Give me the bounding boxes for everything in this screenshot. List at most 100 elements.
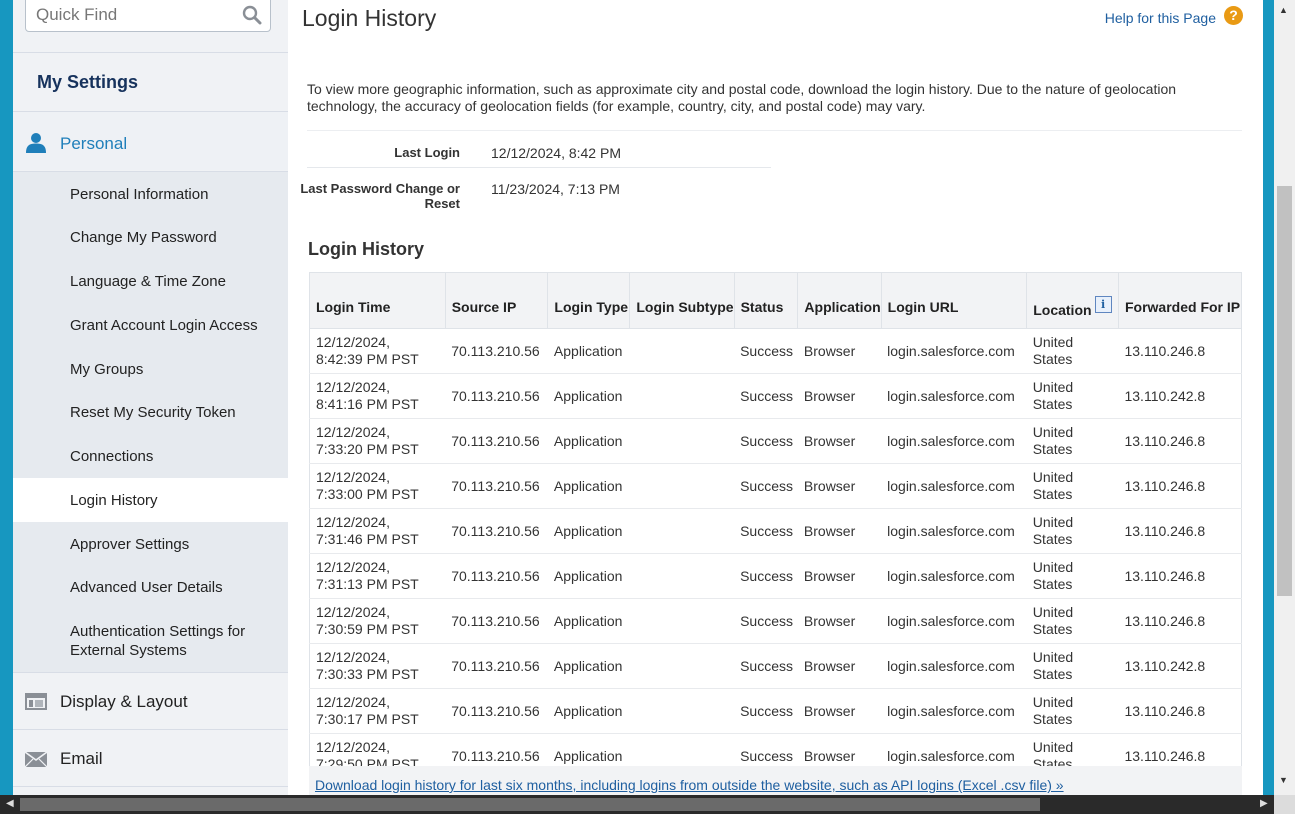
search-icon[interactable]: [242, 5, 262, 25]
cell-source-ip: 70.113.210.56: [445, 463, 548, 509]
divider: [307, 130, 1242, 131]
column-header-location[interactable]: Location i: [1026, 272, 1119, 329]
cell-status: Success: [734, 328, 798, 374]
vertical-scrollbar-thumb[interactable]: [1277, 186, 1292, 596]
column-header-forwarded-for-ip[interactable]: Forwarded For IP: [1117, 272, 1243, 329]
cell-application: Browser: [797, 688, 882, 734]
sidebar-item-advanced-user-details[interactable]: Advanced User Details: [13, 565, 288, 609]
sidebar-item-change-password[interactable]: Change My Password: [13, 215, 288, 259]
cell-location: United States: [1026, 373, 1119, 419]
sidebar-item-personal-information[interactable]: Personal Information: [13, 172, 288, 216]
vertical-scrollbar[interactable]: ▲ ▼: [1274, 0, 1295, 795]
cell-application: Browser: [797, 553, 882, 599]
sidebar-section-display-layout[interactable]: Display & Layout: [13, 673, 288, 729]
sidebar-item-grant-account-login-access[interactable]: Grant Account Login Access: [13, 303, 288, 347]
cell-login-type: Application: [547, 463, 630, 509]
horizontal-scrollbar-thumb[interactable]: [20, 798, 1040, 811]
scroll-down-arrow-icon[interactable]: ▼: [1279, 775, 1288, 785]
quick-find-input[interactable]: [36, 5, 236, 25]
person-icon: [26, 133, 46, 153]
cell-forwarded-for-ip: 13.110.242.8: [1118, 643, 1243, 689]
sidebar-item-label: My Groups: [70, 361, 144, 378]
table-row: 12/12/2024, 7:33:20 PM PST 70.113.210.56 A…: [309, 418, 1243, 464]
cell-status: Success: [734, 373, 798, 419]
cell-status: Success: [734, 463, 798, 509]
sidebar-item-login-history[interactable]: Login History: [13, 478, 288, 522]
cell-source-ip: 70.113.210.56: [445, 328, 548, 374]
cell-login-time: 12/12/2024, 7:31:46 PM PST: [309, 508, 446, 554]
column-header-source-ip[interactable]: Source IP: [444, 272, 549, 329]
download-login-history-link[interactable]: Download login history for last six mont…: [315, 777, 1064, 793]
sidebar-item-label: Language & Time Zone: [70, 273, 226, 290]
download-bar: Download login history for last six mont…: [309, 766, 1242, 795]
cell-status: Success: [734, 418, 798, 464]
table-row: 12/12/2024, 7:31:46 PM PST 70.113.210.56 A…: [309, 508, 1243, 554]
sidebar-item-my-groups[interactable]: My Groups: [13, 347, 288, 391]
cell-status: Success: [734, 688, 798, 734]
my-settings-heading: My Settings: [37, 72, 139, 92]
scroll-up-arrow-icon[interactable]: ▲: [1279, 5, 1288, 15]
sidebar-item-connections[interactable]: Connections: [13, 434, 288, 478]
cell-login-url: login.salesforce.com: [881, 553, 1027, 599]
scrollbar-corner: [1274, 795, 1295, 814]
table-row: 12/12/2024, 7:31:13 PM PST 70.113.210.56 A…: [309, 553, 1243, 599]
sidebar-item-label: Login History: [70, 492, 158, 509]
cell-source-ip: 70.113.210.56: [445, 643, 548, 689]
cell-login-subtype: [629, 553, 735, 599]
cell-login-time: 12/12/2024, 7:33:20 PM PST: [309, 418, 446, 464]
cell-forwarded-for-ip: 13.110.246.8: [1118, 328, 1243, 374]
sidebar-item-reset-security-token[interactable]: Reset My Security Token: [13, 390, 288, 434]
info-icon[interactable]: i: [1094, 296, 1112, 313]
help-icon[interactable]: ?: [1224, 6, 1243, 25]
column-header-status[interactable]: Status: [733, 272, 799, 329]
cell-login-url: login.salesforce.com: [881, 328, 1027, 374]
cell-login-url: login.salesforce.com: [881, 598, 1027, 644]
quick-find-box[interactable]: [25, 0, 271, 32]
cell-login-time: 12/12/2024, 7:30:17 PM PST: [309, 688, 446, 734]
cell-source-ip: 70.113.210.56: [445, 508, 548, 554]
cell-application: Browser: [797, 463, 882, 509]
cell-login-time: 12/12/2024, 8:42:39 PM PST: [309, 328, 446, 374]
cell-login-url: login.salesforce.com: [881, 688, 1027, 734]
cell-source-ip: 70.113.210.56: [445, 553, 548, 599]
cell-login-subtype: [629, 418, 735, 464]
sidebar-item-authentication-settings[interactable]: Authentication Settings for External Sys…: [13, 609, 288, 671]
cell-status: Success: [734, 508, 798, 554]
cell-login-subtype: [629, 463, 735, 509]
column-header-login-subtype[interactable]: Login Subtype: [629, 272, 735, 329]
cell-location: United States: [1026, 643, 1119, 689]
cell-location: United States: [1026, 508, 1119, 554]
cell-login-type: Application: [547, 598, 630, 644]
login-history-section-title: Login History: [308, 239, 424, 259]
envelope-icon: [25, 752, 47, 767]
column-header-login-type[interactable]: Login Type: [547, 272, 631, 329]
cell-application: Browser: [797, 328, 882, 374]
sidebar: My Settings Personal Personal Informatio…: [13, 0, 288, 795]
table-row: 12/12/2024, 7:30:17 PM PST 70.113.210.56 A…: [309, 688, 1243, 734]
scroll-right-arrow-icon[interactable]: ▶: [1260, 798, 1268, 809]
column-header-login-url[interactable]: Login URL: [880, 272, 1028, 329]
sidebar-item-approver-settings[interactable]: Approver Settings: [13, 522, 288, 566]
cell-login-subtype: [629, 373, 735, 419]
cell-forwarded-for-ip: 13.110.246.8: [1118, 553, 1243, 599]
cell-source-ip: 70.113.210.56: [445, 418, 548, 464]
table-row: 12/12/2024, 7:30:59 PM PST 70.113.210.56 A…: [309, 598, 1243, 644]
cell-login-type: Application: [547, 643, 630, 689]
cell-login-url: login.salesforce.com: [881, 373, 1027, 419]
last-password-change-label: Last Password Change or Reset: [300, 181, 460, 211]
cell-source-ip: 70.113.210.56: [445, 688, 548, 734]
sidebar-section-personal[interactable]: Personal: [13, 112, 288, 170]
scroll-left-arrow-icon[interactable]: ◀: [6, 798, 14, 809]
horizontal-scrollbar[interactable]: ◀ ▶: [0, 795, 1295, 814]
divider: [13, 52, 288, 53]
sidebar-section-email[interactable]: Email: [13, 730, 288, 786]
cell-application: Browser: [797, 508, 882, 554]
cell-application: Browser: [797, 643, 882, 689]
help-for-this-page-link[interactable]: Help for this Page: [1105, 10, 1216, 26]
left-frame-strip: [0, 0, 13, 795]
cell-login-type: Application: [547, 508, 630, 554]
column-header-application[interactable]: Application: [797, 272, 882, 329]
sidebar-item-language-time-zone[interactable]: Language & Time Zone: [13, 259, 288, 303]
column-header-login-time[interactable]: Login Time: [309, 272, 446, 329]
sidebar-section-email-label: Email: [60, 749, 103, 768]
